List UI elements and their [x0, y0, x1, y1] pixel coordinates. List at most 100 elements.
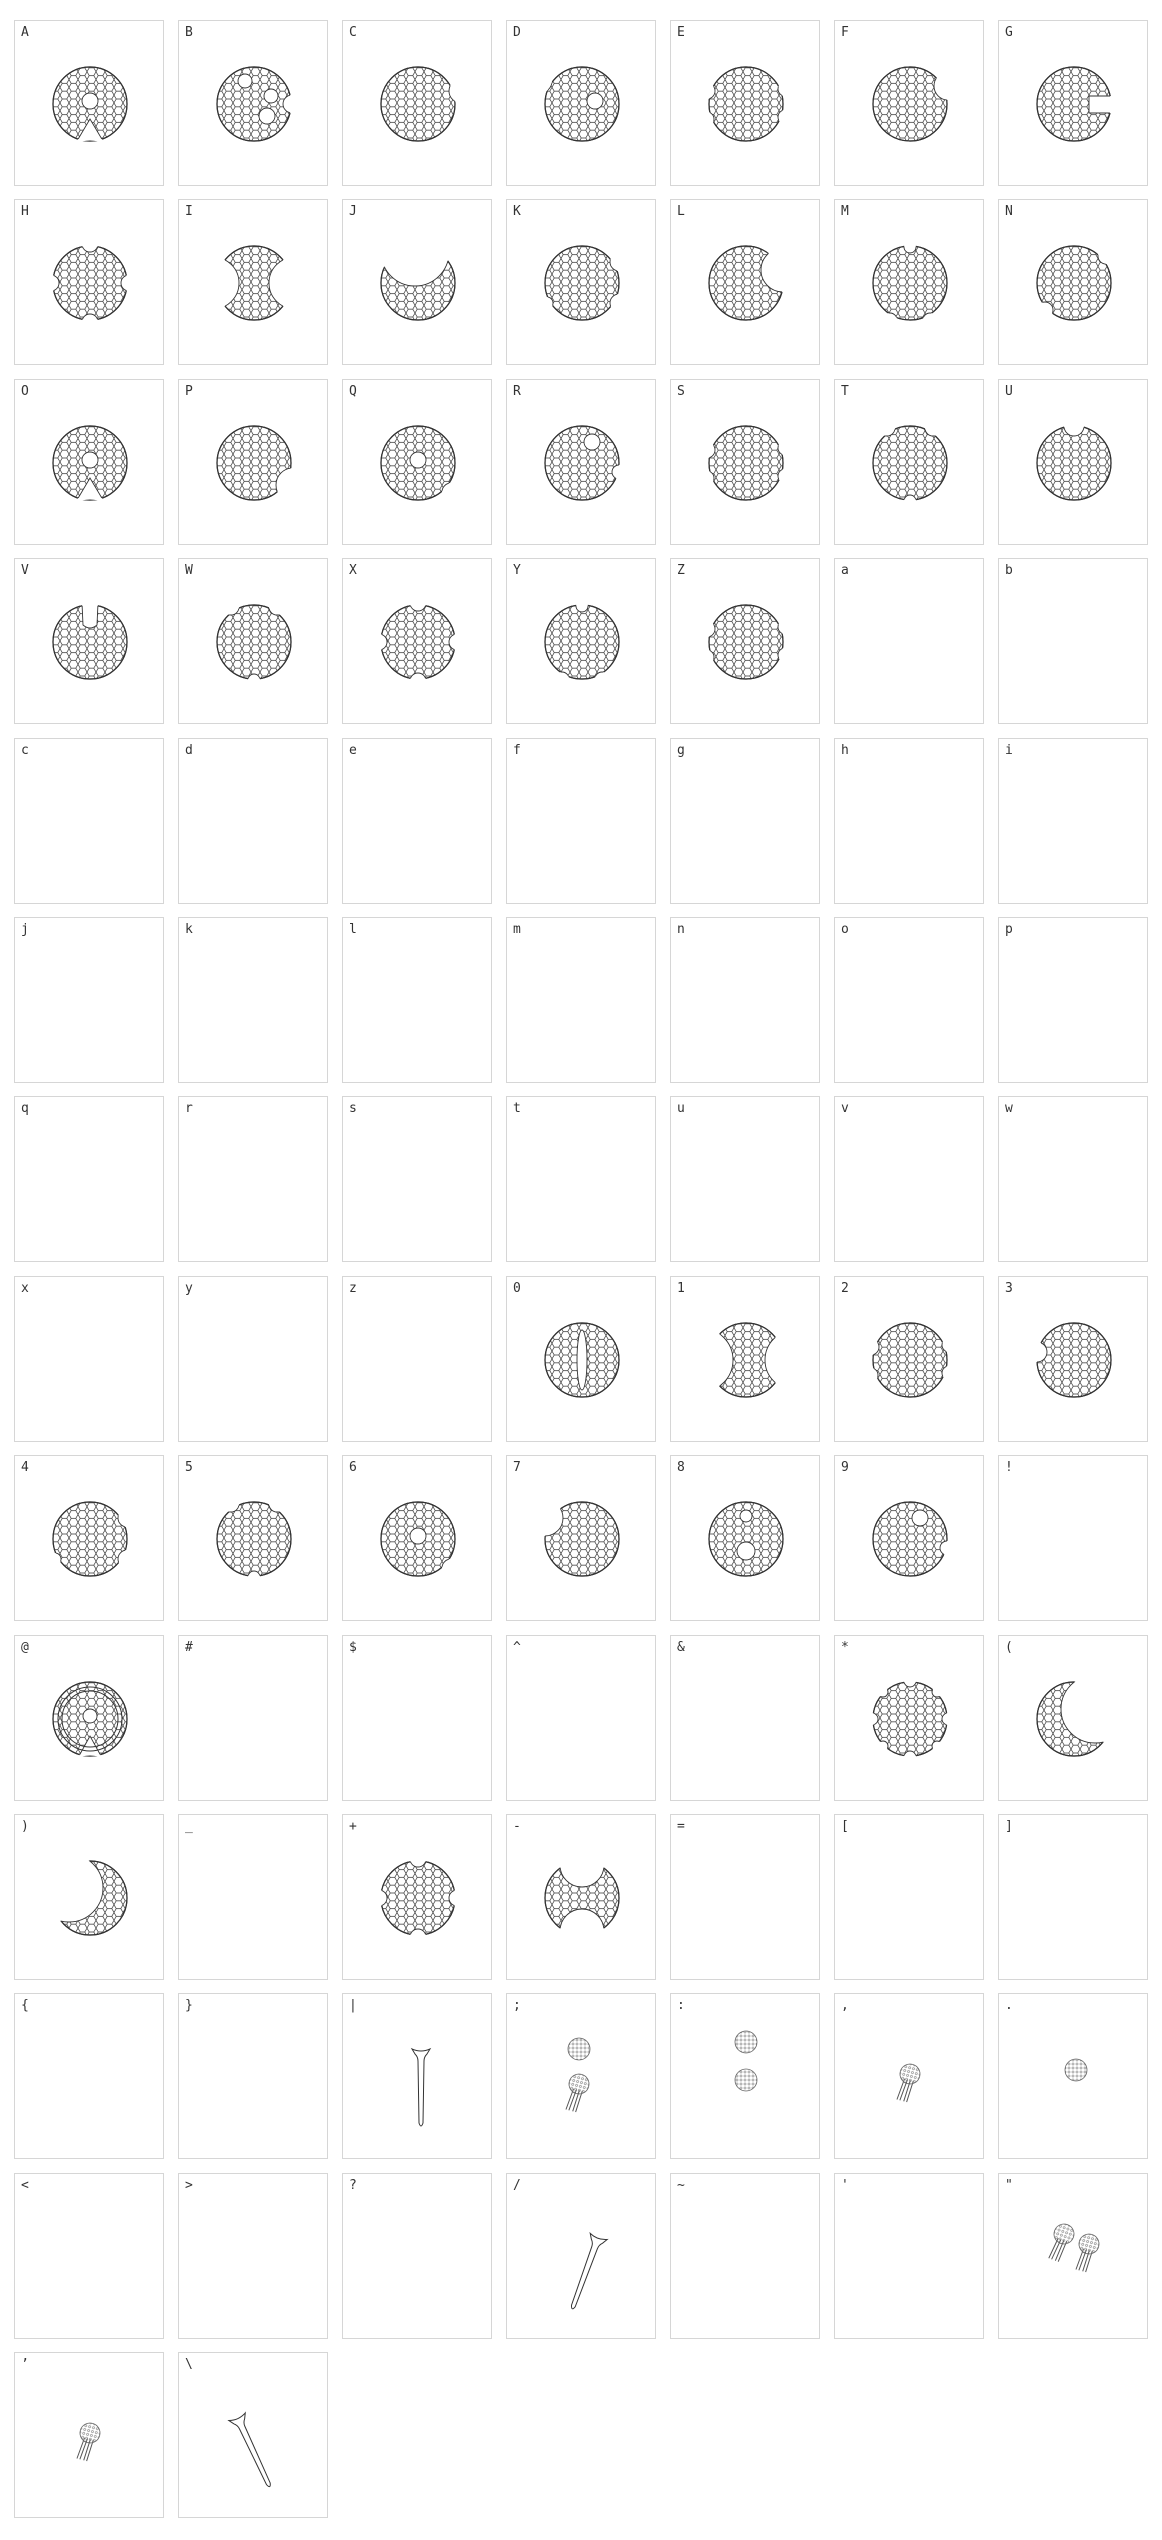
glyph-cell: D	[506, 20, 656, 186]
glyph-cell: s	[342, 1096, 492, 1262]
glyph-cell: +	[342, 1814, 492, 1980]
crescent-left-icon	[1036, 1681, 1112, 1757]
glyph-char-label: }	[185, 1998, 193, 2013]
glyph-char-label: h	[841, 743, 849, 758]
ball-notches-side-icon	[708, 66, 784, 142]
glyph-cell: <	[14, 2173, 164, 2339]
glyph-char-label: =	[677, 1819, 685, 1834]
ball-notches-bottom-icon	[544, 604, 620, 680]
glyph-char-label: r	[185, 1101, 193, 1116]
glyph-cell: 2	[834, 1276, 984, 1442]
glyph-char-label: m	[513, 922, 521, 937]
glyph-cell: >	[178, 2173, 328, 2339]
ball-notches-many-icon	[872, 1681, 948, 1757]
glyph-cell: l	[342, 917, 492, 1083]
glyph-cell: b	[998, 558, 1148, 724]
ball-hole-bite-icon	[380, 1501, 456, 1577]
glyph-char-label: i	[1005, 743, 1013, 758]
glyph-cell: N	[998, 199, 1148, 365]
glyph-cell: Z	[670, 558, 820, 724]
glyph-cell: !	[998, 1455, 1148, 1621]
ball-notches-side-icon	[708, 604, 784, 680]
ball-notches-top-icon	[216, 604, 292, 680]
ball-and-marker-icon	[565, 2037, 591, 2113]
glyph-cell: ?	[342, 2173, 492, 2339]
glyph-char-label: #	[185, 1640, 193, 1655]
glyph-cell: 6	[342, 1455, 492, 1621]
ball-notches-four-icon	[380, 1860, 456, 1936]
ball-bite-right-top-icon	[872, 66, 948, 142]
glyph-cell: Q	[342, 379, 492, 545]
crescent-bite-icon	[708, 245, 784, 321]
glyph-cell: q	[14, 1096, 164, 1262]
glyph-cell: $	[342, 1635, 492, 1801]
glyph-char-label: <	[21, 2178, 29, 2193]
glyph-cell: U	[998, 379, 1148, 545]
glyph-cell: |	[342, 1993, 492, 2159]
glyph-cell: t	[506, 1096, 656, 1262]
small-ball-icon	[1064, 2058, 1088, 2082]
glyph-cell: /	[506, 2173, 656, 2339]
glyph-char-label: a	[841, 563, 849, 578]
glyph-cell: {	[14, 1993, 164, 2159]
glyph-cell: k	[178, 917, 328, 1083]
glyph-cell: [	[834, 1814, 984, 1980]
glyph-cell: &	[670, 1635, 820, 1801]
glyph-cell: c	[14, 738, 164, 904]
glyph-cell: 7	[506, 1455, 656, 1621]
glyph-cell: z	[342, 1276, 492, 1442]
glyph-char-label: s	[349, 1101, 357, 1116]
ball-bite-left-icon	[544, 1501, 620, 1577]
glyph-cell: R	[506, 379, 656, 545]
glyph-char-label: p	[1005, 922, 1013, 937]
glyph-char-label: f	[513, 743, 521, 758]
glyph-cell: T	[834, 379, 984, 545]
glyph-cell: x	[14, 1276, 164, 1442]
glyph-cell: m	[506, 917, 656, 1083]
glyph-cell: A	[14, 20, 164, 186]
glyph-cell: *	[834, 1635, 984, 1801]
ball-two-holes-icon	[708, 1501, 784, 1577]
crescent-up-icon	[380, 245, 456, 321]
glyph-cell: J	[342, 199, 492, 365]
glyph-cell: "	[998, 2173, 1148, 2339]
glyph-cell: y	[178, 1276, 328, 1442]
glyph-cell: 4	[14, 1455, 164, 1621]
glyph-cell: ;	[506, 1993, 656, 2159]
ball-notches-four-icon	[52, 245, 128, 321]
glyph-cell: @	[14, 1635, 164, 1801]
ball-notch-top-deep-icon	[52, 604, 128, 680]
glyph-char-label: d	[185, 743, 193, 758]
glyph-cell: O	[14, 379, 164, 545]
glyph-cell: o	[834, 917, 984, 1083]
ball-notch-left-icon	[1036, 1322, 1112, 1398]
glyph-char-label: g	[677, 743, 685, 758]
glyph-cell: a	[834, 558, 984, 724]
ball-g-notch-icon	[1036, 66, 1112, 142]
glyph-cell: 5	[178, 1455, 328, 1621]
ball-hole-notch-icon	[872, 1501, 948, 1577]
ball-hole-center-icon	[52, 66, 128, 142]
glyph-cell: _	[178, 1814, 328, 1980]
crescent-right-icon	[52, 1860, 128, 1936]
ball-notches-diag-icon	[1036, 245, 1112, 321]
hourglass-icon	[216, 245, 292, 321]
glyph-char-label: _	[185, 1819, 193, 1834]
ball-notches-side-icon	[872, 1322, 948, 1398]
glyph-char-label: z	[349, 1281, 357, 1296]
glyph-cell: w	[998, 1096, 1148, 1262]
glyph-char-label: k	[185, 922, 193, 937]
glyph-char-label: t	[513, 1101, 521, 1116]
glyph-char-label: ?	[349, 2178, 357, 2193]
glyph-cell: X	[342, 558, 492, 724]
glyph-char-label: !	[1005, 1460, 1013, 1475]
glyph-cell: K	[506, 199, 656, 365]
ball-hole-notch-icon	[544, 425, 620, 501]
glyph-cell: L	[670, 199, 820, 365]
glyph-cell: -	[506, 1814, 656, 1980]
two-markers-icon	[1048, 2223, 1100, 2273]
glyph-cell: M	[834, 199, 984, 365]
tee-slanted-icon	[570, 2231, 609, 2310]
ball-notches-top-icon	[216, 1501, 292, 1577]
glyph-char-label: $	[349, 1640, 357, 1655]
